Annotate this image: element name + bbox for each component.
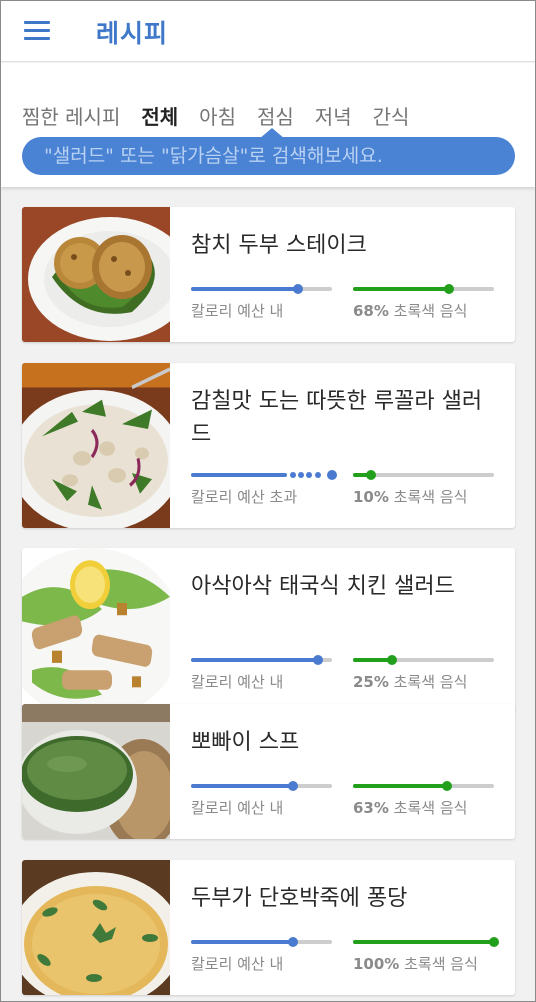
calorie-meter-knob bbox=[312, 655, 323, 665]
calorie-status-label: 칼로리 예산 초과 bbox=[191, 488, 298, 506]
recipe-title: 뽀빠이 스프 bbox=[191, 730, 300, 755]
green-food-meter bbox=[353, 655, 494, 665]
search-bar[interactable] bbox=[22, 137, 515, 175]
green-food-meter bbox=[353, 781, 494, 791]
filter-area: 찜한 레시피 전체 아침 점심 저녁 간식 bbox=[0, 63, 536, 187]
green-food-meter-fill bbox=[353, 287, 449, 291]
calorie-meter-fill bbox=[191, 658, 318, 662]
calorie-meter-fill bbox=[191, 784, 293, 788]
category-tabs: 찜한 레시피 전체 아침 점심 저녁 간식 bbox=[22, 101, 430, 131]
green-food-suffix: 초록색 음식 bbox=[399, 955, 478, 973]
calorie-meter bbox=[191, 470, 337, 480]
calorie-meter bbox=[191, 655, 332, 665]
recipe-photo bbox=[22, 548, 170, 713]
green-food-meter-knob bbox=[387, 655, 398, 665]
calorie-meter-fill bbox=[191, 940, 293, 944]
tab-all[interactable]: 전체 bbox=[141, 101, 178, 131]
green-food-label: 25% 초록색 음식 bbox=[353, 671, 467, 692]
recipe-title: 참치 두부 스테이크 bbox=[191, 233, 367, 258]
app-bar: 레시피 bbox=[0, 0, 536, 62]
calorie-meter-knob bbox=[293, 284, 304, 294]
green-food-meter-fill bbox=[353, 784, 448, 788]
recipe-card[interactable]: 아삭아삭 태국식 치킨 샐러드칼로리 예산 내 25% 초록색 음식 bbox=[22, 548, 515, 713]
app-title: 레시피 bbox=[96, 19, 169, 48]
green-food-percent: 10% bbox=[353, 488, 389, 506]
green-food-meter-knob bbox=[443, 284, 454, 294]
calorie-meter-knob bbox=[327, 470, 337, 480]
green-food-meter-knob bbox=[489, 937, 499, 947]
green-food-suffix: 초록색 음식 bbox=[388, 488, 468, 506]
green-food-percent: 63% bbox=[353, 799, 389, 817]
calorie-status-label: 칼로리 예산 내 bbox=[191, 302, 284, 320]
green-food-percent: 68% bbox=[353, 302, 389, 320]
recipe-title: 감칠맛 도는 따뜻한 루꼴라 샐러드 bbox=[191, 389, 483, 447]
green-food-meter bbox=[353, 284, 494, 294]
recipe-photo bbox=[22, 207, 170, 342]
green-food-meter-knob bbox=[442, 781, 453, 791]
calorie-status-label: 칼로리 예산 내 bbox=[191, 799, 284, 817]
green-food-suffix: 초록색 음식 bbox=[388, 302, 468, 320]
recipe-card[interactable]: 두부가 단호박죽에 퐁당칼로리 예산 내 100% 초록색 음식 bbox=[22, 860, 515, 995]
tab-breakfast[interactable]: 아침 bbox=[199, 101, 236, 131]
green-food-label: 100% 초록색 음식 bbox=[353, 953, 478, 974]
green-food-suffix: 초록색 음식 bbox=[388, 799, 468, 817]
recipe-photo bbox=[22, 704, 170, 839]
green-food-meter-knob bbox=[366, 470, 377, 480]
tab-favorites[interactable]: 찜한 레시피 bbox=[22, 101, 120, 131]
green-food-suffix: 초록색 음식 bbox=[388, 673, 468, 691]
green-food-percent: 100% bbox=[353, 955, 400, 973]
calorie-meter-fill bbox=[191, 287, 299, 291]
green-food-label: 10% 초록색 음식 bbox=[353, 486, 467, 507]
green-food-percent: 25% bbox=[353, 673, 389, 691]
recipe-card[interactable]: 참치 두부 스테이크칼로리 예산 내 68% 초록색 음식 bbox=[22, 207, 515, 342]
green-food-label: 68% 초록색 음식 bbox=[353, 300, 467, 321]
recipe-photo bbox=[22, 860, 170, 995]
calorie-meter-knob bbox=[287, 937, 298, 947]
recipe-title: 아삭아삭 태국식 치킨 샐러드 bbox=[191, 574, 455, 599]
calorie-meter-knob bbox=[287, 781, 298, 791]
green-food-label: 63% 초록색 음식 bbox=[353, 797, 467, 818]
calorie-overflow-dots bbox=[191, 472, 332, 478]
recipe-photo bbox=[22, 363, 170, 528]
tab-lunch[interactable]: 점심 bbox=[257, 101, 294, 131]
search-input[interactable] bbox=[44, 145, 504, 167]
calorie-meter bbox=[191, 781, 332, 791]
menu-icon[interactable] bbox=[24, 19, 50, 41]
calorie-status-label: 칼로리 예산 내 bbox=[191, 955, 284, 973]
tab-snack[interactable]: 간식 bbox=[373, 101, 410, 131]
calorie-meter bbox=[191, 284, 332, 294]
green-food-meter-fill bbox=[353, 940, 494, 944]
green-food-meter bbox=[353, 470, 494, 480]
tab-dinner[interactable]: 저녁 bbox=[315, 101, 352, 131]
calorie-meter bbox=[191, 937, 332, 947]
green-food-meter bbox=[353, 937, 499, 947]
recipe-card[interactable]: 뽀빠이 스프칼로리 예산 내 63% 초록색 음식 bbox=[22, 704, 515, 839]
calorie-status-label: 칼로리 예산 내 bbox=[191, 673, 284, 691]
recipe-title: 두부가 단호박죽에 퐁당 bbox=[191, 886, 408, 911]
recipe-card[interactable]: 감칠맛 도는 따뜻한 루꼴라 샐러드칼로리 예산 초과 10% 초록색 음식 bbox=[22, 363, 515, 528]
